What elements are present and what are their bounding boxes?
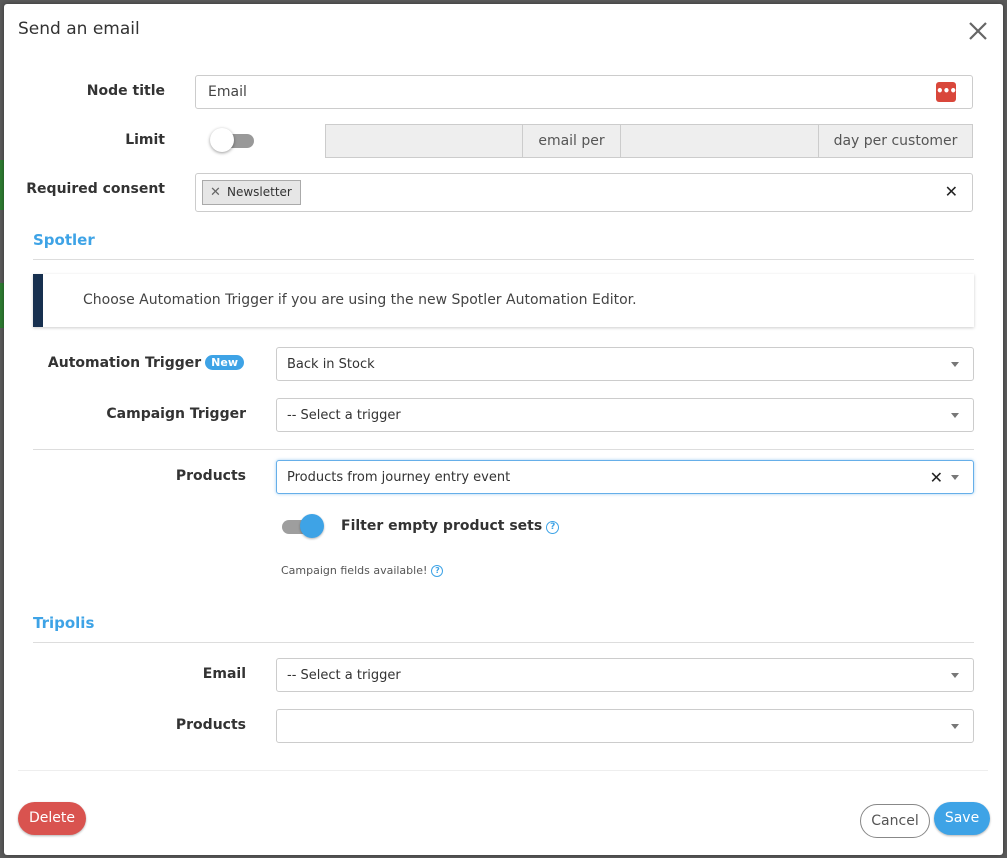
more-dots-icon[interactable]: •••: [936, 82, 957, 102]
campaign-trigger-value: -- Select a trigger: [287, 408, 401, 423]
caret-down-icon: [951, 673, 959, 678]
remove-tag-icon[interactable]: ✕: [210, 181, 221, 204]
campaign-trigger-label: Campaign Trigger: [106, 406, 246, 422]
filter-empty-label-text: Filter empty product sets: [341, 518, 543, 534]
caret-down-icon: [951, 413, 959, 418]
automation-trigger-select[interactable]: Back in Stock: [276, 347, 974, 381]
consent-tag-label: Newsletter: [227, 185, 292, 199]
divider: [33, 259, 974, 260]
tripolis-email-select[interactable]: -- Select a trigger: [276, 658, 974, 692]
filter-empty-label: Filter empty product sets?: [341, 518, 560, 534]
limit-inputs: email per day per customer: [325, 124, 973, 158]
filter-empty-toggle[interactable]: [280, 513, 326, 539]
send-email-dialog: Send an email Node title Email ••• Limit…: [4, 4, 1003, 855]
clear-icon[interactable]: ✕: [930, 468, 943, 487]
new-badge: New: [205, 355, 244, 370]
products-label: Products: [175, 468, 246, 484]
limit-unit-email-per: email per: [523, 124, 621, 158]
limit-days-input[interactable]: [621, 124, 819, 158]
limit-unit-day-per-customer: day per customer: [819, 124, 973, 158]
divider: [33, 642, 974, 643]
info-notice: Choose Automation Trigger if you are usi…: [33, 274, 974, 327]
section-title-tripolis: Tripolis: [33, 614, 95, 632]
limit-count-input[interactable]: [325, 124, 523, 158]
close-icon[interactable]: [967, 20, 989, 42]
automation-trigger-label: Automation Trigger New: [44, 355, 244, 371]
caret-down-icon: [951, 362, 959, 367]
help-icon[interactable]: ?: [431, 565, 444, 577]
toggle-knob: [210, 128, 234, 152]
toggle-knob: [300, 514, 324, 538]
tripolis-email-value: -- Select a trigger: [287, 668, 401, 683]
products-value: Products from journey entry event: [287, 470, 511, 485]
limit-toggle[interactable]: [210, 127, 256, 153]
cancel-button[interactable]: Cancel: [860, 804, 930, 838]
delete-button[interactable]: Delete: [18, 802, 86, 835]
campaign-trigger-select[interactable]: -- Select a trigger: [276, 398, 974, 432]
consent-tag: ✕ Newsletter: [202, 180, 301, 205]
caret-down-icon: [951, 475, 959, 480]
campaign-fields-text: Campaign fields available!: [281, 564, 428, 577]
section-title-spotler: Spotler: [33, 231, 95, 249]
save-button[interactable]: Save: [934, 802, 990, 835]
help-icon[interactable]: ?: [546, 521, 560, 534]
limit-label: Limit: [125, 132, 165, 148]
automation-trigger-label-text: Automation Trigger: [47, 355, 202, 371]
consent-multiselect[interactable]: ✕ Newsletter ✕: [195, 173, 973, 212]
automation-trigger-value: Back in Stock: [287, 357, 375, 372]
tripolis-email-label: Email: [202, 666, 246, 682]
node-title-label: Node title: [86, 83, 165, 99]
notice-text: Choose Automation Trigger if you are usi…: [83, 292, 637, 308]
clear-icon[interactable]: ✕: [945, 182, 958, 201]
node-title-value: Email: [208, 84, 247, 100]
divider: [33, 449, 974, 450]
campaign-fields-note: Campaign fields available!?: [281, 564, 444, 577]
products-select[interactable]: Products from journey entry event ✕: [276, 460, 974, 494]
caret-down-icon: [951, 724, 959, 729]
tripolis-products-select[interactable]: [276, 709, 974, 743]
footer-divider: [18, 770, 988, 771]
node-title-input[interactable]: Email •••: [195, 75, 973, 109]
tripolis-products-label: Products: [175, 717, 246, 733]
consent-label: Required consent: [26, 181, 165, 197]
dialog-title: Send an email: [18, 19, 140, 39]
